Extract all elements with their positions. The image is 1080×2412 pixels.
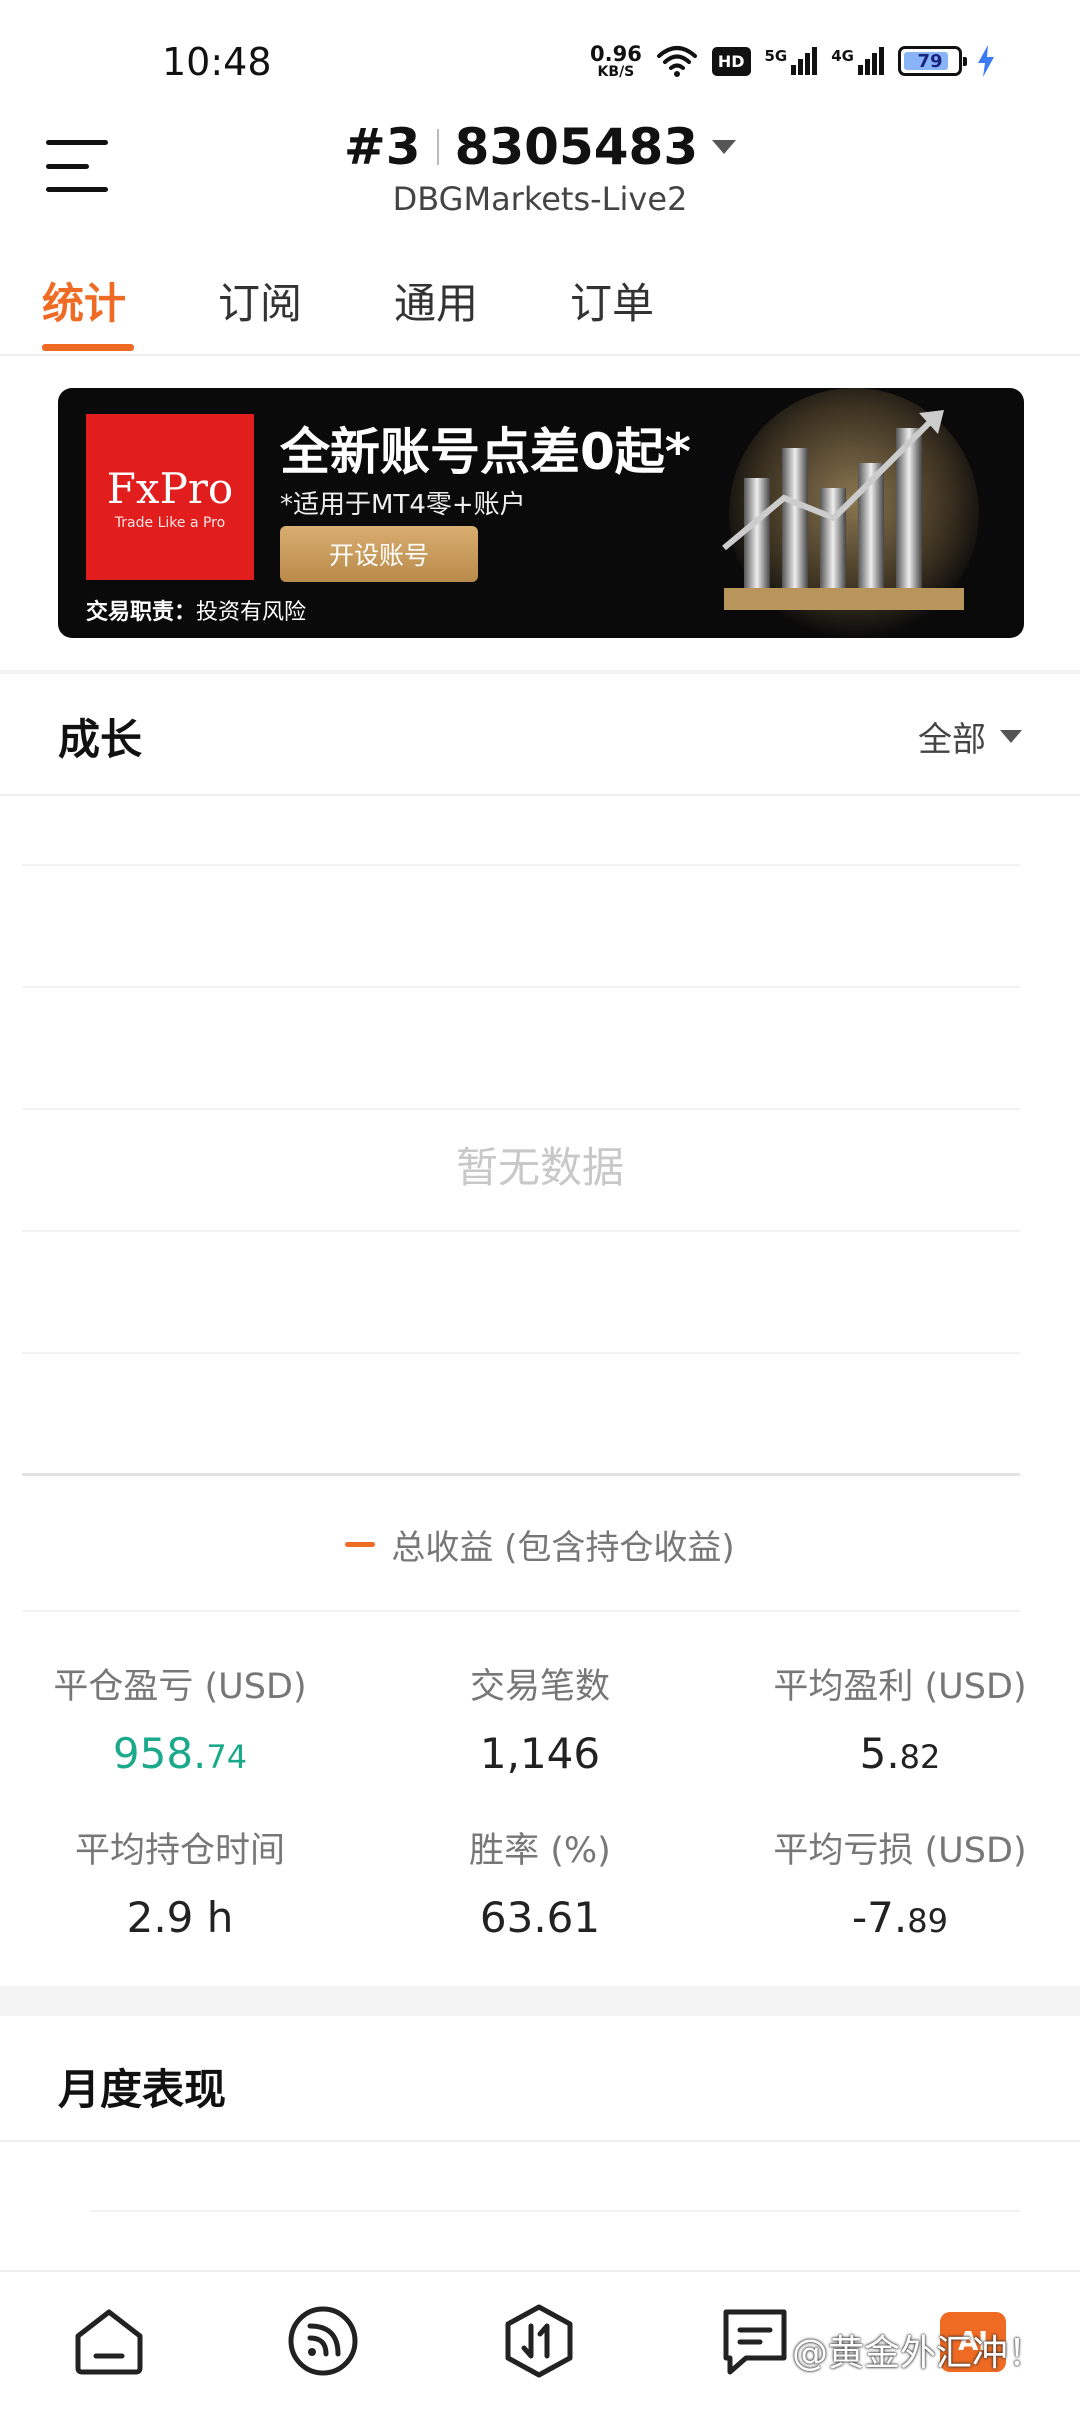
banner-headline: 全新账号点差0起* xyxy=(280,423,691,481)
stat-avg-profit: 平均盈利 (USD) 5.82 xyxy=(720,1658,1080,1778)
stat-label: 平均盈利 (USD) xyxy=(773,1667,1027,1707)
wifi-icon xyxy=(656,46,697,77)
chart-gridline xyxy=(22,1352,1020,1354)
banner-subline: *适用于MT4零+账户 xyxy=(280,490,526,520)
signal-5g-label: 5G xyxy=(764,47,788,65)
chart-legend: 总收益 (包含持仓收益) xyxy=(0,1520,1080,1569)
account-line[interactable]: #3 8305483 xyxy=(343,118,737,176)
stat-label: 平均持仓时间 xyxy=(74,1831,285,1871)
network-speed-unit: KB/S xyxy=(597,63,635,80)
messages-icon[interactable] xyxy=(716,2302,794,2380)
section-divider xyxy=(0,670,1080,674)
stat-label: 平均亏损 (USD) xyxy=(773,1831,1027,1871)
charging-bolt-icon xyxy=(978,45,994,77)
chart-baseline xyxy=(22,1473,1020,1476)
stat-avg-hold-time: 平均持仓时间 2.9 h xyxy=(0,1822,360,1942)
growth-title: 成长 xyxy=(58,715,143,764)
watermark-text: @黄金外汇冲！ xyxy=(792,2333,1045,2374)
status-time: 10:48 xyxy=(162,40,272,84)
tab-statistics[interactable]: 统计 xyxy=(42,270,126,331)
promo-banner[interactable]: FxPro Trade Like a Pro 全新账号点差0起* *适用于MT4… xyxy=(58,388,1024,638)
account-number: 8305483 xyxy=(454,118,699,176)
stat-label: 胜率 (%) xyxy=(469,1831,611,1871)
logo-name: FxPro xyxy=(106,463,234,513)
stat-avg-loss: 平均亏损 (USD) -7.89 xyxy=(720,1822,1080,1942)
bottom-nav: AI @黄金外汇冲！ xyxy=(0,2270,1080,2412)
chart-gridline xyxy=(22,864,1020,866)
risk-text: 投资有风险 xyxy=(196,600,307,625)
tab-general[interactable]: 通用 xyxy=(394,270,478,331)
battery-percent: 79 xyxy=(917,50,943,72)
server-name: DBGMarkets-Live2 xyxy=(392,180,688,218)
subscribe-feed-icon[interactable] xyxy=(284,2302,362,2380)
stat-label: 平仓盈亏 (USD) xyxy=(53,1667,307,1707)
legend-label: 总收益 (包含持仓收益) xyxy=(391,1528,735,1568)
chart-gridline xyxy=(22,1108,1020,1110)
tab-orders[interactable]: 订单 xyxy=(570,270,654,331)
account-prefix: #3 xyxy=(343,118,421,176)
signal-4g-label: 4G xyxy=(831,47,854,65)
active-tab-indicator xyxy=(42,344,134,351)
open-account-button[interactable]: 开设账号 xyxy=(280,526,478,582)
logo-tagline: Trade Like a Pro xyxy=(114,514,226,531)
tab-subscribe[interactable]: 订阅 xyxy=(218,270,302,331)
stat-closed-pnl: 平仓盈亏 (USD) 958.74 xyxy=(0,1658,360,1778)
no-data-message: 暂无数据 xyxy=(455,1143,624,1192)
account-selector[interactable]: #3 8305483 DBGMarkets-Live2 xyxy=(0,118,1080,218)
section-divider xyxy=(0,1986,1080,2016)
home-icon[interactable] xyxy=(70,2302,148,2380)
monthly-performance-title: 月度表现 xyxy=(58,2065,227,2114)
risk-label: 交易职责： xyxy=(86,600,197,625)
status-icons: 0.96 KB/S HD 5G 4G 79 xyxy=(590,36,996,86)
signal-4g-icon: 4G xyxy=(831,47,884,75)
stat-value: -7.89 xyxy=(852,1893,948,1942)
stat-value: 1,146 xyxy=(479,1729,601,1778)
status-bar: 10:48 0.96 KB/S HD 5G 4G 79 xyxy=(0,0,1080,110)
trade-exchange-icon[interactable] xyxy=(500,2302,578,2380)
battery-icon: 79 xyxy=(898,46,967,76)
risk-disclaimer: 交易职责：投资有风险 xyxy=(86,594,306,626)
account-separator xyxy=(436,129,439,165)
chart-gridline xyxy=(22,1230,1020,1232)
section-divider xyxy=(22,1610,1020,1612)
network-speed: 0.96 KB/S xyxy=(590,41,642,80)
stat-value: 63.61 xyxy=(479,1893,601,1942)
network-speed-value: 0.96 xyxy=(590,41,642,66)
chevron-down-icon xyxy=(1000,730,1022,743)
legend-swatch xyxy=(345,1542,376,1547)
stat-value: 958.74 xyxy=(112,1729,248,1778)
section-divider xyxy=(0,794,1080,796)
section-divider xyxy=(0,2140,1080,2142)
account-dropdown-icon[interactable] xyxy=(712,140,737,154)
hd-voice-icon: HD xyxy=(711,46,751,76)
stat-value: 5.82 xyxy=(859,1729,941,1778)
stat-trade-count: 交易笔数 1,146 xyxy=(360,1658,720,1778)
tab-bar: 统计 订阅 通用 订单 xyxy=(0,260,1080,356)
chart-gridline xyxy=(90,2210,1020,2212)
growth-filter-label: 全部 xyxy=(918,720,986,760)
growth-filter-dropdown[interactable]: 全部 xyxy=(918,712,1022,761)
stat-win-rate: 胜率 (%) 63.61 xyxy=(360,1822,720,1942)
signal-5g-icon: 5G xyxy=(765,47,818,75)
bar-chart-graphic-icon xyxy=(722,388,979,638)
fxpro-logo: FxPro Trade Like a Pro xyxy=(86,414,254,580)
chart-gridline xyxy=(22,986,1020,988)
stat-label: 交易笔数 xyxy=(469,1667,610,1707)
stat-value: 2.9 h xyxy=(126,1893,234,1942)
